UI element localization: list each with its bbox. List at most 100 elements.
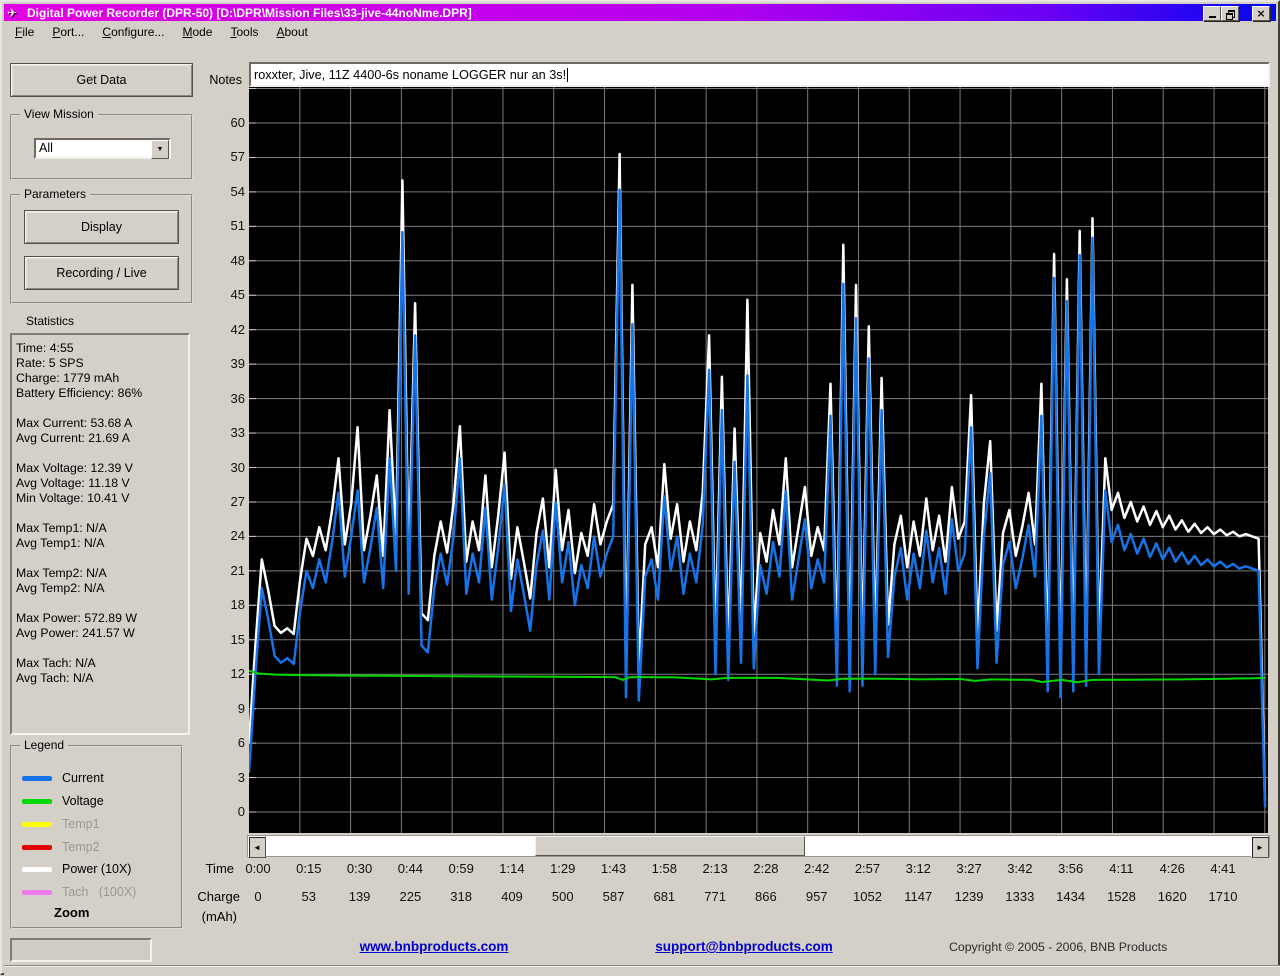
menu-item-about[interactable]: About <box>267 23 316 41</box>
zoom-label[interactable]: Zoom <box>54 905 89 920</box>
mission-select-value: All <box>39 141 53 155</box>
y-axis-tick-label: 15 <box>185 632 245 647</box>
time-tick-label: 0:44 <box>398 861 423 876</box>
time-tick-label: 0:15 <box>296 861 321 876</box>
stat-line: Avg Temp2: N/A <box>16 581 188 596</box>
y-axis-tick-label: 9 <box>185 701 245 716</box>
menu-item-tools[interactable]: Tools <box>221 23 267 41</box>
charge-tick-label: 1620 <box>1158 889 1187 904</box>
stat-line: Rate: 5 SPS <box>16 356 188 371</box>
minimize-icon <box>1209 16 1216 18</box>
charge-tick-label: 771 <box>704 889 726 904</box>
time-axis-title: Time <box>154 861 234 876</box>
app-icon: ✈ <box>7 6 23 20</box>
tach-color-chip <box>22 890 52 895</box>
stat-line: Min Voltage: 10.41 V <box>16 491 188 506</box>
charge-tick-label: 1333 <box>1005 889 1034 904</box>
scroll-right-button[interactable]: ► <box>1251 836 1269 858</box>
time-tick-label: 2:13 <box>702 861 727 876</box>
y-axis-tick-label: 48 <box>185 253 245 268</box>
legend-group: Legend Current Voltage Temp1 Temp2 Power… <box>10 745 183 929</box>
temp1-color-chip <box>22 822 52 827</box>
y-axis-tick-label: 6 <box>185 735 245 750</box>
y-axis-tick-label: 27 <box>185 494 245 509</box>
temp2-color-chip <box>22 845 52 850</box>
menu-item-file[interactable]: File <box>6 23 43 41</box>
scrollbar-thumb[interactable] <box>535 836 805 856</box>
stat-line <box>16 641 188 656</box>
charge-tick-label: 1528 <box>1107 889 1136 904</box>
time-tick-label: 4:26 <box>1160 861 1185 876</box>
chart-horizontal-scrollbar[interactable]: ◄ ► <box>247 835 1270 857</box>
minimize-button[interactable] <box>1203 6 1221 21</box>
charge-tick-label: 1710 <box>1209 889 1238 904</box>
time-tick-label: 3:42 <box>1007 861 1032 876</box>
menu-item-configure[interactable]: Configure... <box>93 23 173 41</box>
stat-line: Max Temp1: N/A <box>16 521 188 536</box>
charge-tick-label: 681 <box>653 889 675 904</box>
y-axis-tick-label: 36 <box>185 391 245 406</box>
parameters-group: Parameters Display Recording / Live <box>10 194 193 304</box>
display-button[interactable]: Display <box>24 210 179 244</box>
charge-axis-title: Charge <box>160 889 240 904</box>
close-icon: × <box>1256 8 1265 19</box>
time-tick-label: 3:27 <box>956 861 981 876</box>
restore-icon <box>1226 10 1234 18</box>
charge-tick-label: 0 <box>254 889 261 904</box>
time-tick-label: 3:56 <box>1058 861 1083 876</box>
arrow-right-icon: ► <box>1256 843 1264 852</box>
stat-line: Avg Voltage: 11.18 V <box>16 476 188 491</box>
power-color-chip <box>22 867 52 872</box>
y-axis-tick-label: 42 <box>185 322 245 337</box>
time-tick-label: 4:41 <box>1210 861 1235 876</box>
time-tick-label: 0:59 <box>449 861 474 876</box>
charge-tick-label: 1239 <box>955 889 984 904</box>
charge-axis-unit: (mAh) <box>157 909 237 924</box>
time-tick-label: 4:11 <box>1109 861 1133 876</box>
legend-item-tach[interactable]: Tach (100X) <box>22 883 136 901</box>
stat-line: Time: 4:55 <box>16 341 188 356</box>
legend-item-current[interactable]: Current <box>22 769 104 787</box>
notes-text: roxxter, Jive, 11Z 4400-6s noname LOGGER… <box>254 68 566 82</box>
stat-line <box>16 401 188 416</box>
legend-item-temp2[interactable]: Temp2 <box>22 838 100 856</box>
time-tick-label: 2:57 <box>855 861 880 876</box>
legend-item-temp1[interactable]: Temp1 <box>22 815 100 833</box>
y-axis-tick-label: 21 <box>185 563 245 578</box>
y-axis-tick-label: 51 <box>185 218 245 233</box>
notes-label: Notes <box>162 73 242 87</box>
support-email-link[interactable]: support@bnbproducts.com <box>655 939 832 954</box>
stat-line: Charge: 1779 mAh <box>16 371 188 386</box>
charge-tick-label: 53 <box>302 889 316 904</box>
time-tick-label: 1:29 <box>550 861 575 876</box>
stat-line: Avg Current: 21.69 A <box>16 431 188 446</box>
progress-panel <box>10 938 152 962</box>
combo-dropdown-button[interactable]: ▼ <box>151 140 169 159</box>
menu-item-port[interactable]: Port... <box>43 23 93 41</box>
title-bar[interactable]: ✈ Digital Power Recorder (DPR-50) [D:\DP… <box>4 4 1276 21</box>
chart-plot-area[interactable] <box>249 87 1268 833</box>
notes-input[interactable]: roxxter, Jive, 11Z 4400-6s noname LOGGER… <box>249 62 1270 87</box>
website-link[interactable]: www.bnbproducts.com <box>360 939 509 954</box>
charge-tick-label: 225 <box>400 889 422 904</box>
view-mission-group: View Mission All ▼ <box>10 114 193 180</box>
legend-item-voltage[interactable]: Voltage <box>22 792 104 810</box>
stat-line: Max Power: 572.89 W <box>16 611 188 626</box>
chart-canvas <box>249 87 1268 833</box>
time-tick-label: 2:28 <box>753 861 778 876</box>
close-button[interactable]: × <box>1252 6 1270 21</box>
statistics-label: Statistics <box>26 314 74 328</box>
scroll-left-button[interactable]: ◄ <box>248 836 266 858</box>
stat-line <box>16 506 188 521</box>
y-axis-tick-label: 39 <box>185 356 245 371</box>
legend-item-power[interactable]: Power (10X) <box>22 860 131 878</box>
menu-item-mode[interactable]: Mode <box>173 23 221 41</box>
stat-line: Max Voltage: 12.39 V <box>16 461 188 476</box>
recording-live-button[interactable]: Recording / Live <box>24 256 179 290</box>
charge-tick-label: 500 <box>552 889 574 904</box>
stat-line: Avg Tach: N/A <box>16 671 188 686</box>
mission-select[interactable]: All ▼ <box>34 138 171 159</box>
restore-button[interactable] <box>1221 6 1239 21</box>
stat-line: Max Temp2: N/A <box>16 566 188 581</box>
time-tick-label: 2:42 <box>804 861 829 876</box>
